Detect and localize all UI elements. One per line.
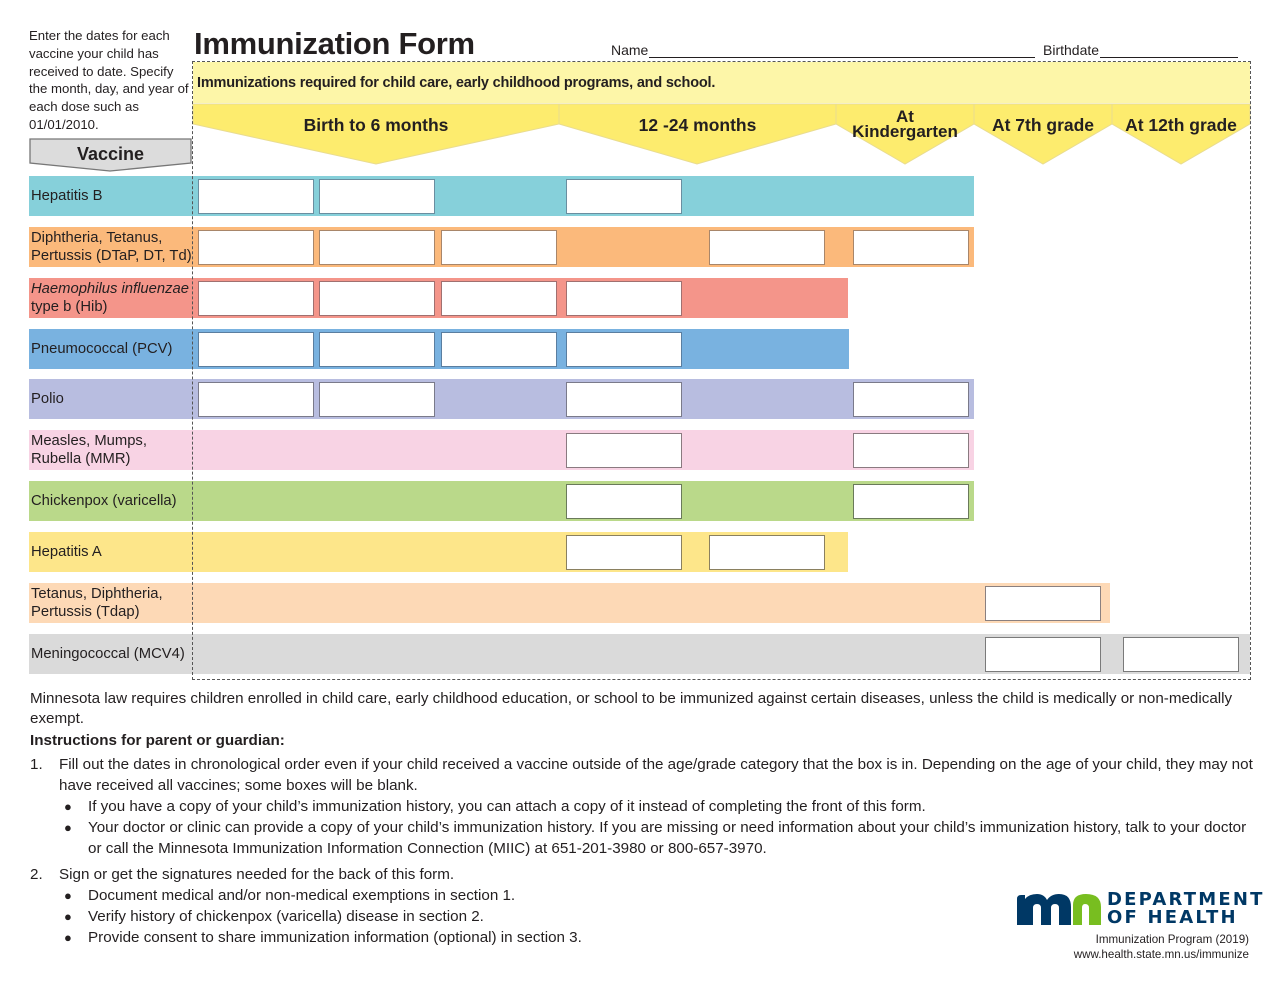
dose-date-input[interactable] [709, 535, 825, 570]
vaccine-name: Hepatitis B [31, 188, 103, 204]
dose-date-input[interactable] [319, 382, 435, 417]
vaccine-row: Tetanus, Diphtheria, Pertussis (Tdap) [29, 583, 1110, 623]
page-title: Immunization Form [194, 26, 475, 61]
vaccine-name: Tetanus, Diphtheria, Pertussis (Tdap) [31, 586, 163, 620]
column-header-12-24mo: 12 -24 months [558, 103, 837, 165]
dose-date-input[interactable] [853, 382, 969, 417]
required-banner: Immunizations required for child care, e… [193, 62, 1250, 103]
bullet-icon: ● [64, 799, 72, 814]
program-name: Immunization Program (2019) [1095, 933, 1249, 946]
column-header-12th-grade: At 12th grade [1111, 103, 1251, 165]
column-label: At 7th grade [991, 115, 1095, 135]
vaccine-row: Chickenpox (varicella) [29, 481, 974, 521]
vaccine-row: Pneumococcal (PCV) [29, 329, 849, 369]
required-banner-text: Immunizations required for child care, e… [197, 75, 716, 91]
dose-date-input[interactable] [1123, 637, 1239, 672]
law-text: Minnesota law requires children enrolled… [30, 690, 1233, 727]
dose-date-input[interactable] [566, 281, 682, 316]
bullet-icon: ● [64, 888, 72, 903]
dose-date-input[interactable] [853, 433, 969, 468]
mn-logo-icon [1017, 894, 1101, 925]
dose-date-input[interactable] [566, 179, 682, 214]
dose-date-input[interactable] [198, 382, 314, 417]
bullet-icon: ● [64, 820, 72, 835]
vaccine-row: Meningococcal (MCV4) [29, 634, 1250, 674]
website-link[interactable]: www.health.state.mn.us/immunize [1074, 947, 1249, 962]
mn-department-of-health-logo: DEPARTMENT OF HEALTH [1015, 891, 1262, 927]
column-header-7th-grade: At 7th grade [973, 103, 1113, 165]
birthdate-input[interactable] [1100, 42, 1239, 58]
vaccine-name: Haemophilus influenzae type b (Hib) [31, 281, 189, 315]
dose-date-input[interactable] [853, 230, 969, 265]
vaccine-row: Diphtheria, Tetanus, Pertussis (DTaP, DT… [29, 227, 974, 267]
instructions-title: Instructions for parent or guardian: [30, 732, 285, 749]
vaccine-name: Polio [31, 391, 64, 407]
birthdate-field: Birthdate [1043, 42, 1239, 58]
dose-date-input[interactable] [985, 586, 1101, 621]
name-input[interactable] [649, 42, 1036, 58]
instruction-item: 1. Fill out the dates in chronological o… [30, 754, 1260, 859]
column-header-kindergarten: At Kindergarten [835, 103, 975, 165]
dose-date-input[interactable] [198, 230, 314, 265]
vaccine-header-label: Vaccine [76, 144, 145, 164]
dose-date-input[interactable] [709, 230, 825, 265]
column-label: At Kindergarten [852, 107, 958, 141]
dose-date-input[interactable] [319, 230, 435, 265]
dose-date-input[interactable] [441, 281, 557, 316]
name-field: Name [611, 42, 1036, 58]
dose-date-input[interactable] [319, 332, 435, 367]
vaccine-row: Polio [29, 379, 974, 419]
dept-name: DEPARTMENT OF HEALTH [1107, 889, 1265, 928]
dose-date-input[interactable] [853, 484, 969, 519]
vaccine-row: Measles, Mumps, Rubella (MMR) [29, 430, 974, 470]
vaccine-name: Hepatitis A [31, 544, 102, 560]
vaccine-row: Hepatitis B [29, 176, 974, 216]
vaccine-row: Haemophilus influenzae type b (Hib) [29, 278, 848, 318]
vaccine-name: Chickenpox (varicella) [31, 493, 177, 509]
vaccine-column-header: Vaccine [29, 138, 192, 172]
dose-date-input[interactable] [566, 484, 682, 519]
vaccine-row: Hepatitis A [29, 532, 848, 572]
vaccine-name: Measles, Mumps, Rubella (MMR) [31, 433, 147, 467]
dose-date-input[interactable] [566, 332, 682, 367]
dose-date-input[interactable] [441, 230, 557, 265]
dose-date-input[interactable] [319, 179, 435, 214]
dose-date-input[interactable] [566, 382, 682, 417]
instruction-bullet: ● Your doctor or clinic can provide a cop… [64, 819, 1247, 857]
dose-date-input[interactable] [198, 179, 314, 214]
instruction-bullet: ● If you have a copy of your child’s immu… [64, 798, 926, 815]
name-label: Name [611, 42, 649, 58]
dose-date-input[interactable] [566, 535, 682, 570]
dose-date-input[interactable] [566, 433, 682, 468]
dose-date-input[interactable] [319, 281, 435, 316]
dose-date-input[interactable] [198, 332, 314, 367]
vaccine-name: Diphtheria, Tetanus, Pertussis (DTaP, DT… [31, 230, 192, 264]
dose-date-input[interactable] [441, 332, 557, 367]
dose-date-input[interactable] [985, 637, 1101, 672]
column-label: Birth to 6 months [303, 115, 449, 135]
intro-instructions: Enter the dates for each vaccine your ch… [29, 28, 189, 132]
column-header-birth-6mo: Birth to 6 months [192, 103, 560, 165]
column-label: At 12th grade [1125, 115, 1237, 135]
program-info: Immunization Program (2019) www.health.s… [1074, 932, 1249, 962]
bullet-icon: ● [64, 930, 72, 945]
dose-date-input[interactable] [198, 281, 314, 316]
column-label: 12 -24 months [638, 115, 757, 135]
vaccine-name: Pneumococcal (PCV) [31, 341, 173, 357]
vaccine-name: Meningococcal (MCV4) [31, 646, 185, 662]
birthdate-label: Birthdate [1043, 42, 1100, 58]
bullet-icon: ● [64, 909, 72, 924]
